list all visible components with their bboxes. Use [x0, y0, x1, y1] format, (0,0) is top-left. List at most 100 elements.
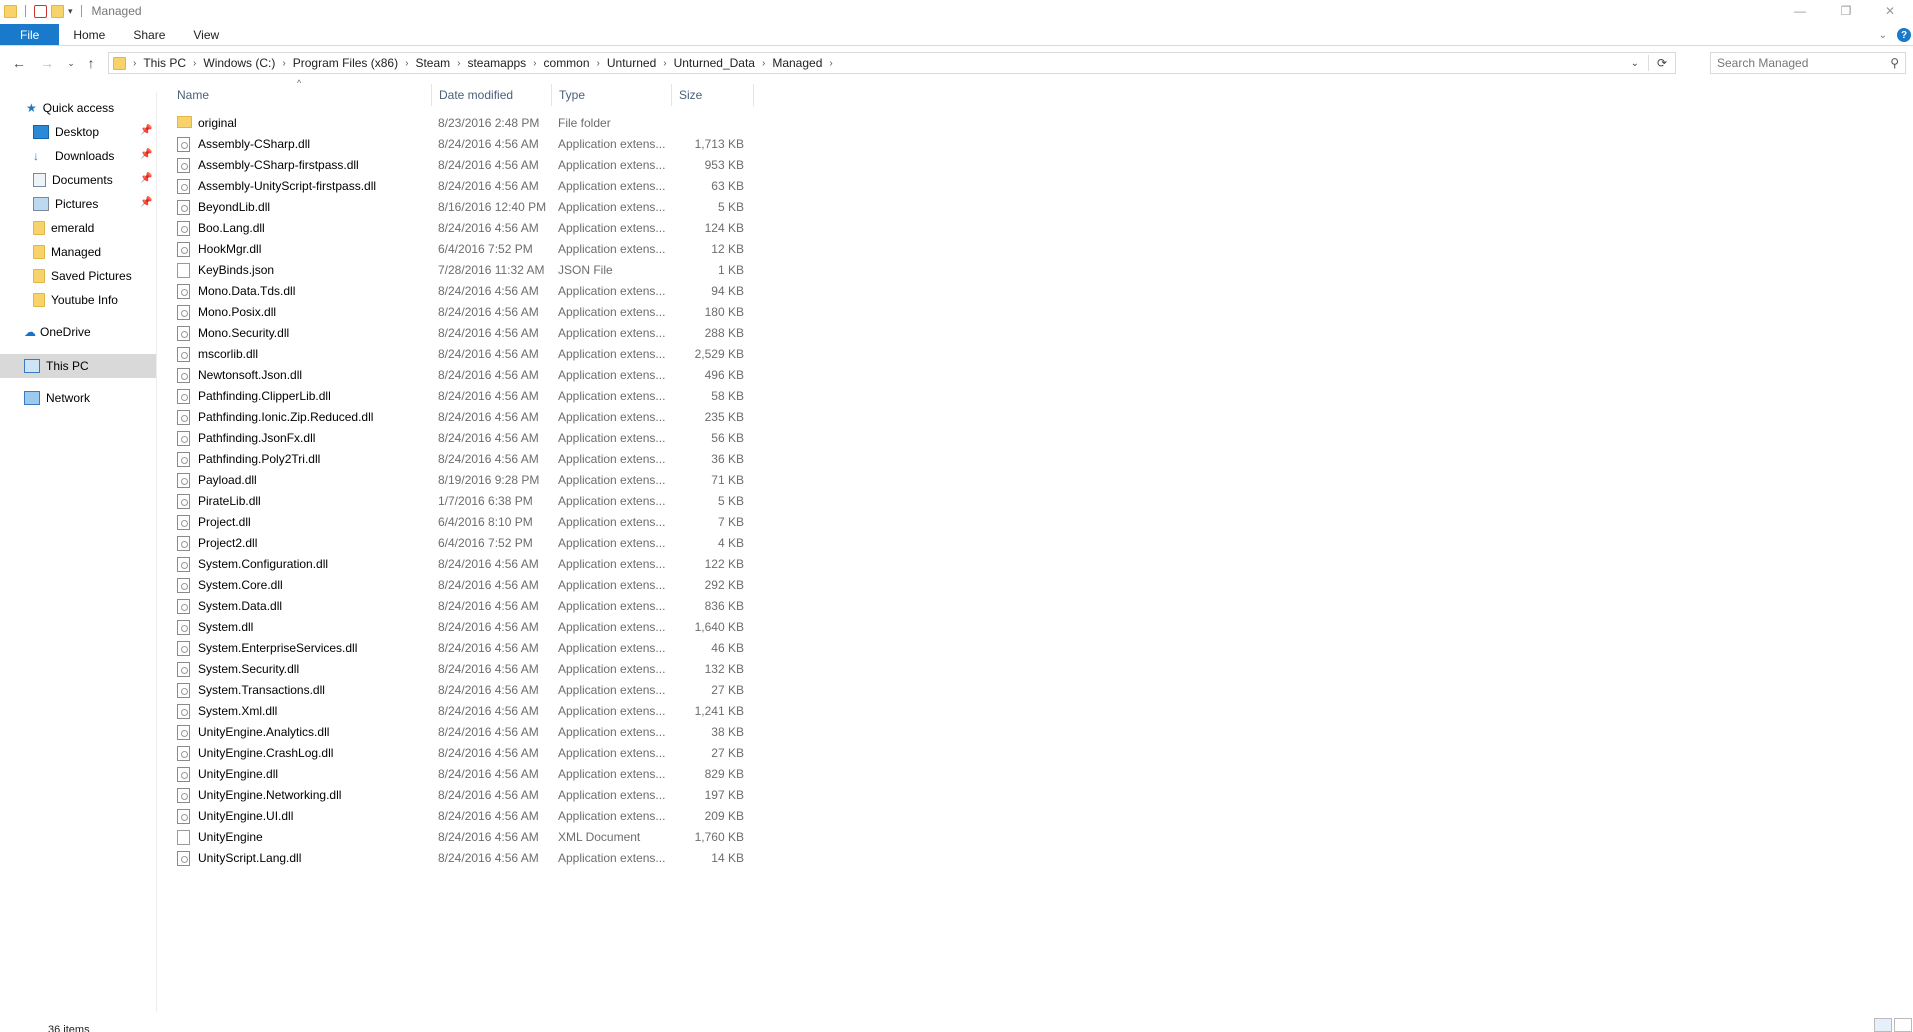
column-name[interactable]: Name [171, 82, 435, 108]
breadcrumb-unturned-data[interactable]: Unturned_Data [670, 56, 759, 70]
nav-item-downloads[interactable]: ↓ Downloads [33, 145, 114, 167]
column-divider[interactable] [431, 84, 432, 106]
table-row[interactable]: System.Data.dll 8/24/2016 4:56 AM Applicat… [157, 596, 757, 617]
chevron-right-icon[interactable]: › [594, 58, 603, 69]
nav-item-emerald[interactable]: emerald [33, 217, 94, 239]
breadcrumb-this-pc[interactable]: This PC [139, 56, 190, 70]
breadcrumb-program-files-x86[interactable]: Program Files (x86) [289, 56, 402, 70]
chevron-right-icon[interactable]: › [190, 58, 199, 69]
nav-item-documents[interactable]: Documents [33, 169, 113, 191]
table-row[interactable]: System.Xml.dll 8/24/2016 4:56 AM Applicati… [157, 701, 757, 722]
nav-item-youtube-info[interactable]: Youtube Info [33, 289, 118, 311]
nav-item-saved-pictures[interactable]: Saved Pictures [33, 265, 132, 287]
table-row[interactable]: HookMgr.dll 6/4/2016 7:52 PM Application e… [157, 239, 757, 260]
column-size[interactable]: Size [673, 82, 753, 108]
table-row[interactable]: Assembly-CSharp-firstpass.dll 8/24/2016 4… [157, 155, 757, 176]
table-row[interactable]: UnityScript.Lang.dll 8/24/2016 4:56 AM App… [157, 848, 757, 869]
table-row[interactable]: Mono.Data.Tds.dll 8/24/2016 4:56 AM Applic… [157, 281, 757, 302]
tab-view[interactable]: View [179, 24, 233, 45]
breadcrumb-common[interactable]: common [540, 56, 594, 70]
properties-icon[interactable] [34, 4, 47, 18]
chevron-right-icon[interactable]: › [759, 58, 768, 69]
table-row[interactable]: UnityEngine.dll 8/24/2016 4:56 AM Applicat… [157, 764, 757, 785]
table-row[interactable]: Boo.Lang.dll 8/24/2016 4:56 AM Application… [157, 218, 757, 239]
details-view-button[interactable] [1874, 1018, 1892, 1032]
address-dropdown-icon[interactable]: ⌄ [1631, 58, 1639, 69]
chevron-right-icon[interactable]: › [826, 58, 835, 69]
table-row[interactable]: Mono.Security.dll 8/24/2016 4:56 AM Applic… [157, 323, 757, 344]
up-button[interactable]: ↑ [80, 52, 102, 74]
table-row[interactable]: Pathfinding.Ionic.Zip.Reduced.dll 8/24/20… [157, 407, 757, 428]
column-divider[interactable] [753, 84, 754, 106]
forward-button[interactable]: → [36, 52, 58, 74]
refresh-icon[interactable]: ⟳ [1657, 56, 1667, 70]
chevron-right-icon[interactable]: › [454, 58, 463, 69]
pin-icon[interactable]: 📌 [140, 173, 152, 184]
table-row[interactable]: System.EnterpriseServices.dll 8/24/2016 4… [157, 638, 757, 659]
table-row[interactable]: Assembly-CSharp.dll 8/24/2016 4:56 AM Appl… [157, 134, 757, 155]
table-row[interactable]: UnityEngine.UI.dll 8/24/2016 4:56 AM Appli… [157, 806, 757, 827]
tab-home[interactable]: Home [59, 24, 119, 45]
breadcrumb-unturned[interactable]: Unturned [603, 56, 660, 70]
breadcrumb-steamapps[interactable]: steamapps [463, 56, 530, 70]
close-button[interactable]: ✕ [1867, 0, 1913, 22]
column-divider[interactable] [671, 84, 672, 106]
nav-item-managed[interactable]: Managed [33, 241, 101, 263]
table-row[interactable]: UnityEngine.Analytics.dll 8/24/2016 4:56 … [157, 722, 757, 743]
minimize-button[interactable]: — [1777, 0, 1823, 22]
nav-quick-access[interactable]: ★ Quick access [26, 97, 114, 119]
table-row[interactable]: System.dll 8/24/2016 4:56 AM Application e… [157, 617, 757, 638]
table-row[interactable]: BeyondLib.dll 8/16/2016 12:40 PM Applicati… [157, 197, 757, 218]
table-row[interactable]: UnityEngine.CrashLog.dll 8/24/2016 4:56 A… [157, 743, 757, 764]
breadcrumb-managed[interactable]: Managed [768, 56, 826, 70]
table-row[interactable]: System.Transactions.dll 8/24/2016 4:56 AM… [157, 680, 757, 701]
nav-network[interactable]: Network [24, 387, 90, 409]
recent-locations-button[interactable]: ⌄ [60, 52, 82, 74]
table-row[interactable]: System.Core.dll 8/24/2016 4:56 AM Applicat… [157, 575, 757, 596]
pin-icon[interactable]: 📌 [140, 149, 152, 160]
breadcrumb-steam[interactable]: Steam [411, 56, 454, 70]
tab-file[interactable]: File [0, 24, 60, 45]
maximize-button[interactable]: ❐ [1823, 0, 1869, 22]
table-row[interactable]: original 8/23/2016 2:48 PM File folder [157, 113, 757, 134]
address-bar[interactable]: › This PC › Windows (C:) › Program Files… [108, 52, 1676, 74]
nav-this-pc[interactable]: This PC [24, 355, 89, 377]
help-icon[interactable]: ? [1897, 28, 1911, 42]
new-folder-icon[interactable] [51, 4, 64, 18]
chevron-right-icon[interactable]: › [530, 58, 539, 69]
pin-icon[interactable]: 📌 [140, 125, 152, 136]
chevron-right-icon[interactable]: › [279, 58, 288, 69]
nav-item-desktop[interactable]: Desktop [33, 121, 99, 143]
chevron-right-icon[interactable]: › [402, 58, 411, 69]
pin-icon[interactable]: 📌 [140, 197, 152, 208]
table-row[interactable]: System.Configuration.dll 8/24/2016 4:56 A… [157, 554, 757, 575]
table-row[interactable]: Pathfinding.Poly2Tri.dll 8/24/2016 4:56 A… [157, 449, 757, 470]
expand-ribbon-icon[interactable]: ⌄ [1879, 30, 1887, 41]
table-row[interactable]: Mono.Posix.dll 8/24/2016 4:56 AM Applicati… [157, 302, 757, 323]
table-row[interactable]: Pathfinding.ClipperLib.dll 8/24/2016 4:56… [157, 386, 757, 407]
table-row[interactable]: Payload.dll 8/19/2016 9:28 PM Application … [157, 470, 757, 491]
table-row[interactable]: Project.dll 6/4/2016 8:10 PM Application e… [157, 512, 757, 533]
search-input[interactable]: Search Managed [1717, 56, 1808, 70]
column-type[interactable]: Type [553, 82, 671, 108]
column-date-modified[interactable]: Date modified [433, 82, 551, 108]
back-button[interactable]: ← [8, 52, 30, 74]
table-row[interactable]: UnityEngine.Networking.dll 8/24/2016 4:56… [157, 785, 757, 806]
table-row[interactable]: PirateLib.dll 1/7/2016 6:38 PM Application… [157, 491, 757, 512]
nav-item-pictures[interactable]: Pictures [33, 193, 98, 215]
table-row[interactable]: Newtonsoft.Json.dll 8/24/2016 4:56 AM Appl… [157, 365, 757, 386]
table-row[interactable]: Pathfinding.JsonFx.dll 8/24/2016 4:56 AM A… [157, 428, 757, 449]
table-row[interactable]: mscorlib.dll 8/24/2016 4:56 AM Application… [157, 344, 757, 365]
table-row[interactable]: Assembly-UnityScript-firstpass.dll 8/24/2… [157, 176, 757, 197]
table-row[interactable]: KeyBinds.json 7/28/2016 11:32 AM JSON File… [157, 260, 757, 281]
chevron-right-icon[interactable]: › [660, 58, 669, 69]
breadcrumb-windows-c[interactable]: Windows (C:) [199, 56, 279, 70]
nav-onedrive[interactable]: ☁ OneDrive [24, 321, 91, 343]
large-icons-view-button[interactable] [1894, 1018, 1912, 1032]
table-row[interactable]: UnityEngine 8/24/2016 4:56 AM XML Document… [157, 827, 757, 848]
search-box[interactable]: Search Managed ⚲ [1710, 52, 1906, 74]
tab-share[interactable]: Share [119, 24, 179, 45]
column-divider[interactable] [551, 84, 552, 106]
table-row[interactable]: Project2.dll 6/4/2016 7:52 PM Application … [157, 533, 757, 554]
customize-dropdown-icon[interactable]: ▾ [68, 6, 73, 17]
